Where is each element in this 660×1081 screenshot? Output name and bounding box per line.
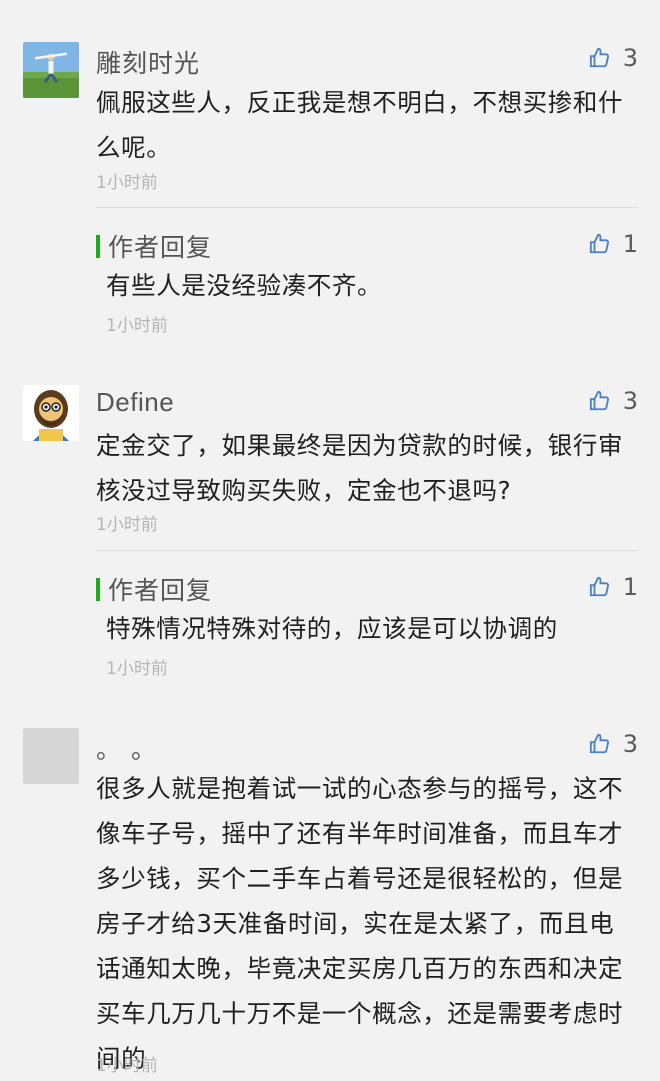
thumbs-up-icon bbox=[589, 233, 609, 254]
author-reply-label: 作者回复 bbox=[96, 571, 212, 607]
like-count: 3 bbox=[622, 730, 638, 758]
divider bbox=[96, 550, 638, 551]
commenter-name[interactable]: Define bbox=[96, 387, 174, 418]
reply-time: 1小时前 bbox=[106, 316, 168, 336]
like-count: 1 bbox=[622, 230, 638, 258]
reply-indicator-bar bbox=[96, 234, 100, 258]
reply-time: 1小时前 bbox=[106, 659, 168, 679]
comment-time: 1小时前 bbox=[96, 1056, 158, 1076]
reply-text: 特殊情况特殊对待的，应该是可以协调的 bbox=[106, 614, 558, 643]
reply-indicator-bar bbox=[96, 577, 100, 601]
like-button[interactable]: 3 bbox=[589, 387, 638, 415]
divider bbox=[96, 207, 638, 208]
thumbs-up-icon bbox=[589, 576, 609, 597]
commenter-name[interactable]: 雕刻时光 bbox=[96, 44, 200, 80]
thumbs-up-icon bbox=[589, 390, 609, 411]
avatar[interactable] bbox=[23, 385, 79, 441]
comment-time: 1小时前 bbox=[96, 515, 158, 535]
author-reply-label: 作者回复 bbox=[96, 228, 212, 264]
thumbs-up-icon bbox=[589, 47, 609, 68]
commenter-name[interactable]: 。 。 bbox=[96, 730, 157, 766]
reply-like-button[interactable]: 1 bbox=[589, 573, 638, 601]
avatar[interactable] bbox=[23, 42, 79, 98]
like-count: 3 bbox=[622, 387, 638, 415]
like-button[interactable]: 3 bbox=[589, 44, 638, 72]
comment-text: 定金交了，如果最终是因为贷款的时候，银行审核没过导致购买失败，定金也不退吗? bbox=[96, 431, 624, 505]
like-count: 3 bbox=[622, 44, 638, 72]
like-button[interactable]: 3 bbox=[589, 730, 638, 758]
comment-text: 佩服这些人，反正我是想不明白，不想买掺和什么呢。 bbox=[96, 88, 624, 162]
thumbs-up-icon bbox=[589, 733, 609, 754]
avatar[interactable] bbox=[23, 728, 79, 784]
like-count: 1 bbox=[622, 573, 638, 601]
reply-like-button[interactable]: 1 bbox=[589, 230, 638, 258]
comment-text: 很多人就是抱着试一试的心态参与的摇号，这不像车子号，摇中了还有半年时间准备，而且… bbox=[96, 774, 624, 1073]
comment-time: 1小时前 bbox=[96, 173, 158, 193]
reply-text: 有些人是没经验凑不齐。 bbox=[106, 271, 383, 300]
